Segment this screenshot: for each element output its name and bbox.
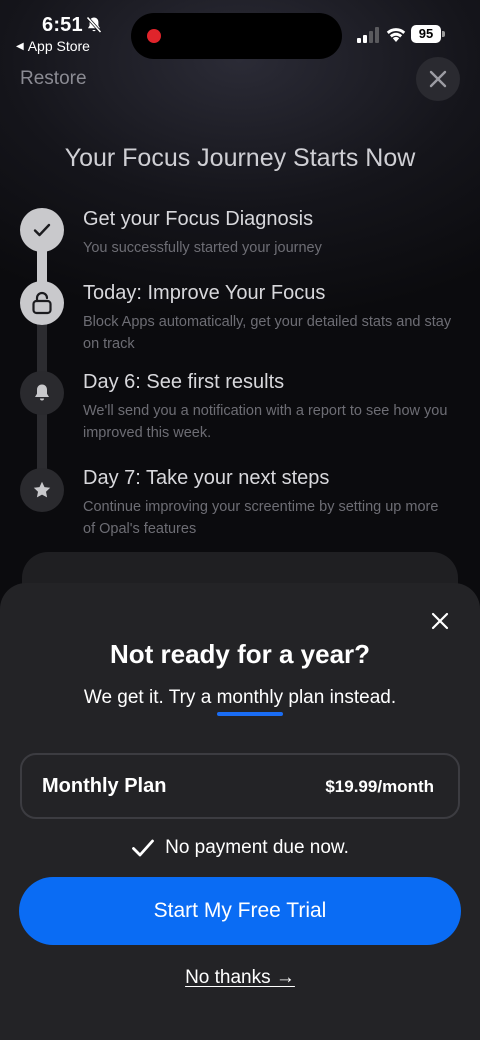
step-check-circle	[20, 208, 64, 252]
step-title: Day 6: See first results	[83, 371, 285, 393]
close-icon	[431, 612, 449, 630]
back-app-label: App Store	[27, 38, 90, 54]
subtitle-text: We get it. Try a	[83, 687, 217, 708]
close-icon	[429, 70, 447, 88]
step-bell-circle	[20, 371, 64, 415]
battery-tip	[442, 31, 445, 37]
step-description: Block Apps automatically, get your detai…	[83, 314, 452, 352]
back-triangle-icon: ◀	[16, 40, 24, 52]
timeline-step: Day 6: See first results We'll send you …	[83, 371, 453, 444]
no-thanks-link[interactable]: No thanks →	[0, 967, 480, 989]
check-icon	[33, 223, 51, 237]
step-description: Continue improving your screentime by se…	[83, 499, 439, 537]
page-title: Your Focus Journey Starts Now	[64, 144, 416, 172]
step-description: We'll send you a notification with a rep…	[83, 403, 448, 441]
subtitle-text-end: plan instead.	[283, 687, 397, 708]
battery-indicator: 95	[411, 25, 441, 43]
step-title: Get your Focus Diagnosis	[83, 208, 314, 230]
timeline-step: Today: Improve Your Focus Block Apps aut…	[83, 282, 453, 355]
close-sheet-button[interactable]	[426, 607, 454, 635]
recording-indicator-icon	[147, 29, 161, 43]
step-lock-circle	[20, 281, 64, 325]
checkmark-icon	[132, 839, 154, 857]
sheet-subtitle: We get it. Try a monthly plan instead.	[0, 687, 480, 716]
monthly-plan-option[interactable]: Monthly Plan $19.99/month	[20, 753, 460, 819]
timeline-step: Get your Focus Diagnosis You successfull…	[83, 208, 453, 259]
bell-off-icon	[86, 16, 102, 34]
star-icon	[33, 481, 51, 498]
sheet-title: Not ready for a year?	[109, 639, 371, 669]
no-thanks-label: No thanks →	[185, 967, 295, 988]
no-payment-note: No payment due now.	[0, 837, 480, 859]
subtitle-highlight: monthly	[216, 687, 284, 716]
plan-name: Monthly Plan	[42, 775, 167, 797]
start-free-trial-button[interactable]: Start My Free Trial	[19, 877, 461, 945]
status-time: 6:51	[42, 14, 83, 36]
plan-price: $19.99/month	[325, 777, 434, 796]
monthly-offer-sheet: Not ready for a year? We get it. Try a m…	[0, 583, 480, 1040]
step-description: You successfully started your journey	[83, 240, 322, 256]
step-title: Today: Improve Your Focus	[83, 282, 326, 304]
lock-icon	[32, 291, 52, 315]
status-bar: 6:51 ◀ App Store 95	[0, 0, 480, 60]
wifi-icon	[386, 28, 406, 42]
timeline-step: Day 7: Take your next steps Continue imp…	[83, 467, 453, 540]
bell-icon	[35, 384, 49, 401]
step-title: Day 7: Take your next steps	[83, 467, 330, 489]
paywall-screen: 6:51 ◀ App Store 95 Restore Your Focus J…	[0, 0, 480, 1040]
step-star-circle	[20, 468, 64, 512]
dynamic-island	[131, 13, 342, 59]
journey-timeline: Get your Focus Diagnosis You successfull…	[0, 200, 480, 550]
no-payment-text: No payment due now.	[165, 837, 349, 858]
close-button[interactable]	[416, 57, 460, 101]
back-to-app-store[interactable]: ◀ App Store	[16, 38, 90, 54]
cellular-signal-icon	[357, 27, 379, 43]
restore-button[interactable]: Restore	[20, 68, 87, 90]
